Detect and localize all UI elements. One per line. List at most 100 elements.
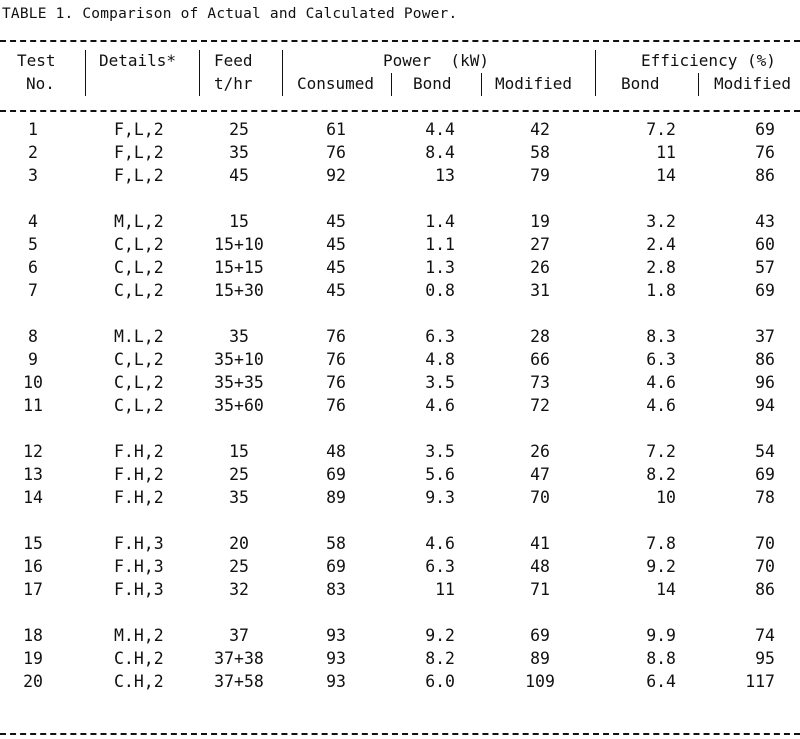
power-modified-cell: 109 bbox=[525, 672, 555, 691]
details-cell: M.L,2 bbox=[114, 327, 164, 346]
bottom-rule bbox=[0, 733, 800, 735]
feed-cell: 45 bbox=[229, 166, 249, 185]
table-title: TABLE 1. Comparison of Actual and Calcul… bbox=[2, 6, 458, 22]
details-cell: F.H,2 bbox=[114, 488, 164, 507]
power-bond-cell: 1.1 bbox=[425, 235, 455, 254]
details-cell: M,L,2 bbox=[114, 212, 164, 231]
test-number-cell: 17 bbox=[23, 580, 43, 599]
test-number-cell: 11 bbox=[23, 396, 43, 415]
power-modified-cell: 70 bbox=[530, 488, 550, 507]
efficiency-modified-cell: 70 bbox=[755, 557, 775, 576]
efficiency-modified-cell: 60 bbox=[755, 235, 775, 254]
feed-cell: 35 bbox=[229, 488, 249, 507]
test-number-cell: 20 bbox=[23, 672, 43, 691]
test-number-cell: 3 bbox=[28, 166, 38, 185]
feed-cell: 25 bbox=[229, 557, 249, 576]
efficiency-modified-cell: 54 bbox=[755, 442, 775, 461]
column-divider bbox=[282, 50, 283, 96]
power-consumed-cell: 76 bbox=[326, 327, 346, 346]
efficiency-modified-cell: 69 bbox=[755, 465, 775, 484]
test-number-cell: 8 bbox=[28, 327, 38, 346]
efficiency-modified-cell: 86 bbox=[755, 350, 775, 369]
efficiency-bond-cell: 7.8 bbox=[646, 534, 676, 553]
details-cell: F.H,3 bbox=[114, 580, 164, 599]
power-consumed-cell: 45 bbox=[326, 281, 346, 300]
power-modified-cell: 47 bbox=[530, 465, 550, 484]
power-consumed-cell: 76 bbox=[326, 373, 346, 392]
power-consumed-cell: 89 bbox=[326, 488, 346, 507]
details-cell: F.H,2 bbox=[114, 465, 164, 484]
efficiency-modified-cell: 94 bbox=[755, 396, 775, 415]
power-bond-cell: 1.4 bbox=[425, 212, 455, 231]
efficiency-bond-cell: 10 bbox=[656, 488, 676, 507]
efficiency-bond-cell: 8.2 bbox=[646, 465, 676, 484]
test-number-cell: 4 bbox=[28, 212, 38, 231]
power-consumed-cell: 83 bbox=[326, 580, 346, 599]
efficiency-bond-cell: 4.6 bbox=[646, 396, 676, 415]
power-modified-cell: 71 bbox=[530, 580, 550, 599]
efficiency-bond-cell: 8.3 bbox=[646, 327, 676, 346]
power-bond-cell: 8.2 bbox=[425, 649, 455, 668]
power-modified-cell: 26 bbox=[530, 442, 550, 461]
test-number-cell: 2 bbox=[28, 143, 38, 162]
column-divider bbox=[698, 73, 699, 96]
power-modified-cell: 42 bbox=[530, 120, 550, 139]
test-number-cell: 13 bbox=[23, 465, 43, 484]
details-cell: F.H,3 bbox=[114, 534, 164, 553]
power-modified-cell: 27 bbox=[530, 235, 550, 254]
power-consumed-cell: 58 bbox=[326, 534, 346, 553]
test-number-cell: 15 bbox=[23, 534, 43, 553]
power-bond-cell: 9.3 bbox=[425, 488, 455, 507]
feed-cell: 35+10 bbox=[214, 350, 264, 369]
power-modified-cell: 41 bbox=[530, 534, 550, 553]
efficiency-bond-cell: 8.8 bbox=[646, 649, 676, 668]
details-cell: C,L,2 bbox=[114, 373, 164, 392]
power-modified-cell: 73 bbox=[530, 373, 550, 392]
header-efficiency-modified: Modified bbox=[714, 74, 792, 93]
test-number-cell: 1 bbox=[28, 120, 38, 139]
efficiency-modified-cell: 95 bbox=[755, 649, 775, 668]
test-number-cell: 12 bbox=[23, 442, 43, 461]
power-consumed-cell: 93 bbox=[326, 626, 346, 645]
power-bond-cell: 3.5 bbox=[425, 442, 455, 461]
efficiency-bond-cell: 9.9 bbox=[646, 626, 676, 645]
feed-cell: 25 bbox=[229, 465, 249, 484]
details-cell: C,L,2 bbox=[114, 258, 164, 277]
power-bond-cell: 6.3 bbox=[425, 557, 455, 576]
efficiency-bond-cell: 4.6 bbox=[646, 373, 676, 392]
efficiency-bond-cell: 2.8 bbox=[646, 258, 676, 277]
details-cell: C,L,2 bbox=[114, 396, 164, 415]
efficiency-bond-cell: 3.2 bbox=[646, 212, 676, 231]
header-efficiency-group: Efficiency (%) bbox=[641, 51, 776, 70]
efficiency-bond-cell: 7.2 bbox=[646, 120, 676, 139]
power-consumed-cell: 45 bbox=[326, 258, 346, 277]
details-cell: C,L,2 bbox=[114, 235, 164, 254]
column-divider bbox=[391, 73, 392, 96]
feed-cell: 35 bbox=[229, 143, 249, 162]
feed-cell: 35+35 bbox=[214, 373, 264, 392]
test-number-cell: 10 bbox=[23, 373, 43, 392]
header-details: Details* bbox=[99, 51, 177, 70]
efficiency-bond-cell: 14 bbox=[656, 166, 676, 185]
power-consumed-cell: 76 bbox=[326, 143, 346, 162]
efficiency-modified-cell: 96 bbox=[755, 373, 775, 392]
power-modified-cell: 69 bbox=[530, 626, 550, 645]
power-consumed-cell: 92 bbox=[326, 166, 346, 185]
column-divider bbox=[595, 50, 596, 96]
power-modified-cell: 48 bbox=[530, 557, 550, 576]
test-number-cell: 18 bbox=[23, 626, 43, 645]
efficiency-bond-cell: 7.2 bbox=[646, 442, 676, 461]
test-number-cell: 14 bbox=[23, 488, 43, 507]
power-consumed-cell: 93 bbox=[326, 672, 346, 691]
power-bond-cell: 4.4 bbox=[425, 120, 455, 139]
test-number-cell: 16 bbox=[23, 557, 43, 576]
details-cell: C,L,2 bbox=[114, 350, 164, 369]
power-bond-cell: 4.8 bbox=[425, 350, 455, 369]
column-divider bbox=[85, 50, 86, 96]
efficiency-modified-cell: 86 bbox=[755, 580, 775, 599]
feed-cell: 37+58 bbox=[214, 672, 264, 691]
details-cell: F,L,2 bbox=[114, 166, 164, 185]
power-consumed-cell: 76 bbox=[326, 350, 346, 369]
details-cell: F,L,2 bbox=[114, 120, 164, 139]
feed-cell: 37+38 bbox=[214, 649, 264, 668]
